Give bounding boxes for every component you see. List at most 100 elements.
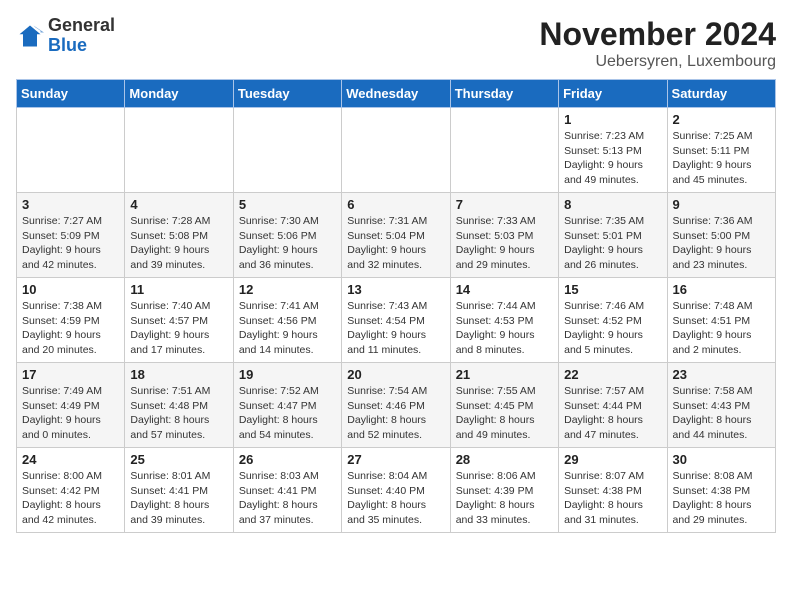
day-number: 22 — [564, 367, 661, 382]
day-info: Sunrise: 7:23 AMSunset: 5:13 PMDaylight:… — [564, 129, 661, 188]
calendar-cell: 6 Sunrise: 7:31 AMSunset: 5:04 PMDaylight… — [342, 193, 450, 278]
location-subtitle: Uebersyren, Luxembourg — [539, 53, 776, 71]
day-info: Sunrise: 8:00 AMSunset: 4:42 PMDaylight:… — [22, 469, 119, 528]
calendar-body: 1 Sunrise: 7:23 AMSunset: 5:13 PMDaylight… — [17, 108, 776, 533]
day-info: Sunrise: 7:55 AMSunset: 4:45 PMDaylight:… — [456, 384, 553, 443]
day-number: 3 — [22, 197, 119, 212]
calendar-cell: 2Sunrise: 7:25 AMSunset: 5:11 PMDaylight… — [667, 108, 775, 193]
calendar-cell: 11Sunrise: 7:40 AMSunset: 4:57 PMDayligh… — [125, 278, 233, 363]
calendar-cell: 12Sunrise: 7:41 AMSunset: 4:56 PMDayligh… — [233, 278, 341, 363]
calendar-cell: 21 Sunrise: 7:55 AMSunset: 4:45 PMDayligh… — [450, 363, 558, 448]
day-info: Sunrise: 7:41 AMSunset: 4:56 PMDaylight:… — [239, 299, 336, 358]
logo-blue-text: Blue — [48, 36, 115, 56]
day-info: Sunrise: 7:38 AMSunset: 4:59 PMDaylight:… — [22, 299, 119, 358]
day-number: 5 — [239, 197, 336, 212]
day-of-week-header: Friday — [559, 80, 667, 108]
calendar-cell — [233, 108, 341, 193]
day-of-week-header: Tuesday — [233, 80, 341, 108]
day-info: Sunrise: 7:33 AMSunset: 5:03 PMDaylight:… — [456, 214, 553, 273]
day-number: 6 — [347, 197, 444, 212]
day-number: 24 — [22, 452, 119, 467]
calendar-table: SundayMondayTuesdayWednesdayThursdayFrid… — [16, 79, 776, 533]
day-number: 27 — [347, 452, 444, 467]
calendar-cell — [17, 108, 125, 193]
logo: General Blue — [16, 16, 115, 56]
day-number: 16 — [673, 282, 770, 297]
day-number: 15 — [564, 282, 661, 297]
calendar-cell: 15 Sunrise: 7:46 AMSunset: 4:52 PMDayligh… — [559, 278, 667, 363]
calendar-cell: 16Sunrise: 7:48 AMSunset: 4:51 PMDayligh… — [667, 278, 775, 363]
calendar-cell: 27 Sunrise: 8:04 AMSunset: 4:40 PMDayligh… — [342, 448, 450, 533]
calendar-cell: 30 Sunrise: 8:08 AMSunset: 4:38 PMDayligh… — [667, 448, 775, 533]
day-number: 25 — [130, 452, 227, 467]
calendar-cell: 4 Sunrise: 7:28 AMSunset: 5:08 PMDaylight… — [125, 193, 233, 278]
calendar-cell: 17Sunrise: 7:49 AMSunset: 4:49 PMDayligh… — [17, 363, 125, 448]
day-number: 20 — [347, 367, 444, 382]
day-info: Sunrise: 7:35 AMSunset: 5:01 PMDaylight:… — [564, 214, 661, 273]
day-info: Sunrise: 7:28 AMSunset: 5:08 PMDaylight:… — [130, 214, 227, 273]
calendar-cell: 7 Sunrise: 7:33 AMSunset: 5:03 PMDaylight… — [450, 193, 558, 278]
day-info: Sunrise: 7:51 AMSunset: 4:48 PMDaylight:… — [130, 384, 227, 443]
calendar-week-row: 10Sunrise: 7:38 AMSunset: 4:59 PMDayligh… — [17, 278, 776, 363]
day-info: Sunrise: 8:01 AMSunset: 4:41 PMDaylight:… — [130, 469, 227, 528]
calendar-cell: 10Sunrise: 7:38 AMSunset: 4:59 PMDayligh… — [17, 278, 125, 363]
day-info: Sunrise: 7:44 AMSunset: 4:53 PMDaylight:… — [456, 299, 553, 358]
calendar-week-row: 17Sunrise: 7:49 AMSunset: 4:49 PMDayligh… — [17, 363, 776, 448]
day-info: Sunrise: 7:40 AMSunset: 4:57 PMDaylight:… — [130, 299, 227, 358]
calendar-cell: 8 Sunrise: 7:35 AMSunset: 5:01 PMDaylight… — [559, 193, 667, 278]
day-info: Sunrise: 7:46 AMSunset: 4:52 PMDaylight:… — [564, 299, 661, 358]
day-number: 28 — [456, 452, 553, 467]
calendar-cell: 25 Sunrise: 8:01 AMSunset: 4:41 PMDayligh… — [125, 448, 233, 533]
calendar-cell: 14 Sunrise: 7:44 AMSunset: 4:53 PMDayligh… — [450, 278, 558, 363]
day-number: 19 — [239, 367, 336, 382]
title-area: November 2024 Uebersyren, Luxembourg — [539, 16, 776, 71]
day-of-week-header: Wednesday — [342, 80, 450, 108]
day-number: 2 — [673, 112, 770, 127]
day-of-week-header: Monday — [125, 80, 233, 108]
day-number: 21 — [456, 367, 553, 382]
day-info: Sunrise: 7:58 AMSunset: 4:43 PMDaylight:… — [673, 384, 770, 443]
day-number: 29 — [564, 452, 661, 467]
calendar-week-row: 24 Sunrise: 8:00 AMSunset: 4:42 PMDayligh… — [17, 448, 776, 533]
calendar-cell: 9 Sunrise: 7:36 AMSunset: 5:00 PMDaylight… — [667, 193, 775, 278]
day-number: 26 — [239, 452, 336, 467]
calendar-header: SundayMondayTuesdayWednesdayThursdayFrid… — [17, 80, 776, 108]
day-number: 18 — [130, 367, 227, 382]
logo-general-text: General — [48, 16, 115, 36]
day-number: 7 — [456, 197, 553, 212]
day-info: Sunrise: 7:27 AMSunset: 5:09 PMDaylight:… — [22, 214, 119, 273]
day-info: Sunrise: 8:04 AMSunset: 4:40 PMDaylight:… — [347, 469, 444, 528]
day-info: Sunrise: 8:07 AMSunset: 4:38 PMDaylight:… — [564, 469, 661, 528]
calendar-week-row: 3 Sunrise: 7:27 AMSunset: 5:09 PMDaylight… — [17, 193, 776, 278]
calendar-cell: 5 Sunrise: 7:30 AMSunset: 5:06 PMDaylight… — [233, 193, 341, 278]
calendar-cell: 29 Sunrise: 8:07 AMSunset: 4:38 PMDayligh… — [559, 448, 667, 533]
calendar-cell: 1 Sunrise: 7:23 AMSunset: 5:13 PMDaylight… — [559, 108, 667, 193]
header: General Blue November 2024 Uebersyren, L… — [16, 16, 776, 71]
day-info: Sunrise: 7:30 AMSunset: 5:06 PMDaylight:… — [239, 214, 336, 273]
calendar-week-row: 1 Sunrise: 7:23 AMSunset: 5:13 PMDaylight… — [17, 108, 776, 193]
calendar-cell: 19 Sunrise: 7:52 AMSunset: 4:47 PMDayligh… — [233, 363, 341, 448]
calendar-cell: 13Sunrise: 7:43 AMSunset: 4:54 PMDayligh… — [342, 278, 450, 363]
day-of-week-header: Sunday — [17, 80, 125, 108]
day-number: 4 — [130, 197, 227, 212]
day-number: 14 — [456, 282, 553, 297]
day-info: Sunrise: 7:36 AMSunset: 5:00 PMDaylight:… — [673, 214, 770, 273]
day-info: Sunrise: 8:06 AMSunset: 4:39 PMDaylight:… — [456, 469, 553, 528]
day-number: 13 — [347, 282, 444, 297]
header-row: SundayMondayTuesdayWednesdayThursdayFrid… — [17, 80, 776, 108]
day-info: Sunrise: 7:57 AMSunset: 4:44 PMDaylight:… — [564, 384, 661, 443]
calendar-cell — [342, 108, 450, 193]
day-number: 23 — [673, 367, 770, 382]
day-number: 8 — [564, 197, 661, 212]
calendar-cell: 3 Sunrise: 7:27 AMSunset: 5:09 PMDaylight… — [17, 193, 125, 278]
day-number: 30 — [673, 452, 770, 467]
calendar-cell: 26Sunrise: 8:03 AMSunset: 4:41 PMDayligh… — [233, 448, 341, 533]
calendar-cell: 22 Sunrise: 7:57 AMSunset: 4:44 PMDayligh… — [559, 363, 667, 448]
day-info: Sunrise: 8:08 AMSunset: 4:38 PMDaylight:… — [673, 469, 770, 528]
calendar-cell: 23 Sunrise: 7:58 AMSunset: 4:43 PMDayligh… — [667, 363, 775, 448]
day-number: 1 — [564, 112, 661, 127]
day-info: Sunrise: 7:31 AMSunset: 5:04 PMDaylight:… — [347, 214, 444, 273]
day-number: 17 — [22, 367, 119, 382]
day-number: 9 — [673, 197, 770, 212]
day-info: Sunrise: 7:52 AMSunset: 4:47 PMDaylight:… — [239, 384, 336, 443]
